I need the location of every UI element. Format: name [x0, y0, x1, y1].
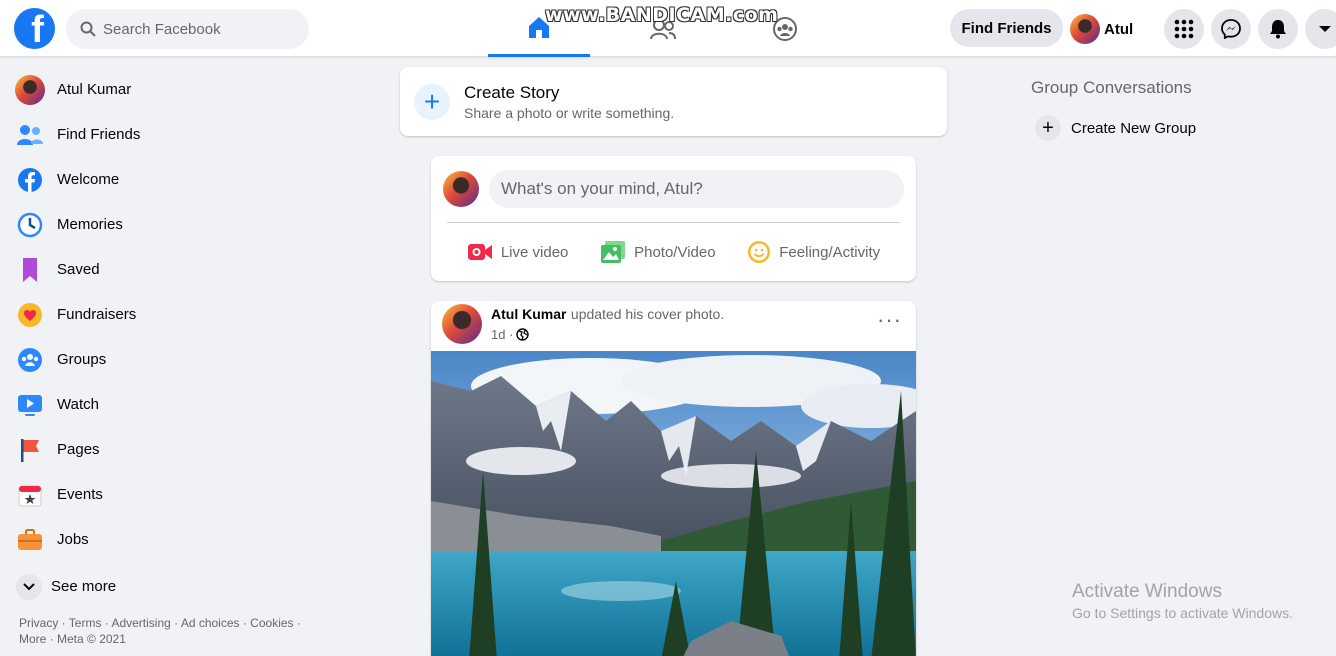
sidebar-item-welcome[interactable]: Welcome: [8, 157, 308, 202]
create-story-card[interactable]: + Create Story Share a photo or write so…: [400, 67, 947, 136]
flag-icon: [21, 438, 39, 462]
sidebar-item-memories[interactable]: Memories: [8, 202, 308, 247]
photo-video-label: Photo/Video: [634, 243, 716, 261]
post-timestamp[interactable]: 1d ·: [491, 327, 513, 342]
search-box[interactable]: [66, 9, 309, 49]
sidebar-item-label: Events: [57, 486, 103, 503]
create-story-title: Create Story: [464, 82, 560, 102]
search-icon: [80, 21, 96, 37]
watermark-title: Activate Windows: [1072, 581, 1222, 602]
calendar-icon: [18, 485, 42, 506]
sidebar-item-events[interactable]: Events: [8, 472, 308, 517]
avatar: [443, 171, 479, 207]
sidebar-item-find-friends[interactable]: Find Friends: [8, 112, 308, 157]
bookmark-icon: [23, 257, 37, 282]
avatar: [1070, 14, 1100, 44]
feeling-activity-button[interactable]: Feeling/Activity: [747, 232, 880, 272]
menu-button[interactable]: [1164, 9, 1204, 49]
sidebar-item-label: Jobs: [57, 531, 89, 548]
menu-grid-icon: [1174, 19, 1194, 39]
feeling-activity-label: Feeling/Activity: [779, 243, 881, 261]
search-input[interactable]: [103, 20, 293, 38]
sidebar-item-fundraisers[interactable]: Fundraisers: [8, 292, 308, 337]
sidebar-item-label: Pages: [57, 441, 100, 458]
briefcase-icon: [18, 528, 42, 550]
sidebar-item-saved[interactable]: Saved: [8, 247, 308, 292]
photo-video-button[interactable]: Photo/Video: [600, 232, 716, 272]
sidebar-item-label: Watch: [57, 396, 99, 413]
notifications-icon: [1270, 20, 1286, 39]
sidebar-item-watch[interactable]: Watch: [8, 382, 308, 427]
find-friends-button[interactable]: Find Friends: [950, 9, 1063, 47]
create-story-subtitle: Share a photo or write something.: [464, 104, 675, 121]
post-author[interactable]: Atul Kumar: [491, 306, 566, 322]
plus-icon: +: [1035, 115, 1061, 141]
live-video-label: Live video: [500, 243, 569, 261]
photo-icon: [601, 241, 626, 263]
plus-icon: +: [414, 83, 450, 120]
facebook-icon: [18, 167, 42, 192]
create-new-group-label: Create New Group: [1071, 119, 1197, 137]
messenger-icon: [1221, 19, 1241, 39]
activate-windows-watermark: Activate Windows Go to Settings to activ…: [1072, 581, 1293, 621]
sidebar-item-label: Welcome: [57, 171, 120, 188]
messenger-button[interactable]: [1211, 9, 1251, 49]
profile-shortcut[interactable]: Atul: [1070, 11, 1133, 47]
sidebar-item-label: Find Friends: [57, 126, 141, 143]
groups-icon: [18, 347, 42, 372]
footer-line[interactable]: Privacy · Terms · Advertising · Ad choic…: [19, 615, 309, 631]
profile-name: Atul: [1104, 20, 1134, 38]
sidebar-item-jobs[interactable]: Jobs: [8, 517, 308, 562]
sidebar-item-pages[interactable]: Pages: [8, 427, 308, 472]
watch-icon: [18, 394, 42, 416]
heart-icon: [18, 302, 42, 327]
smiley-icon: [748, 241, 771, 263]
clock-icon: [17, 212, 43, 237]
post-composer: What's on your mind, Atul? Live video Ph…: [431, 156, 916, 281]
divider: [447, 222, 900, 223]
account-button[interactable]: [1305, 9, 1336, 49]
live-video-button[interactable]: Live video: [467, 232, 569, 272]
live-video-icon: [467, 244, 492, 260]
sidebar-item-label: Memories: [57, 216, 123, 233]
chevron-down-icon: [23, 582, 35, 590]
watermark-subtitle: Go to Settings to activate Windows.: [1072, 605, 1293, 621]
sidebar-item-label: Groups: [57, 351, 107, 368]
see-more-button[interactable]: See more: [8, 564, 308, 609]
sidebar-item-profile[interactable]: Atul Kumar: [8, 67, 308, 112]
recording-watermark: www.BANDICAM.com: [545, 4, 779, 26]
top-navigation-bar: f www.BANDICAM.com Find Friends Atul: [0, 0, 1336, 57]
footer-links: Privacy · Terms · Advertising · Ad choic…: [19, 615, 309, 647]
notifications-button[interactable]: [1258, 9, 1298, 49]
avatar[interactable]: [442, 304, 482, 344]
post-photo[interactable]: [431, 351, 916, 656]
left-sidebar: Atul Kumar Find Friends Welcome Memories…: [8, 67, 308, 609]
group-conversations-title: Group Conversations: [1031, 78, 1192, 97]
account-dropdown-icon: [1319, 26, 1331, 32]
sidebar-item-groups[interactable]: Groups: [8, 337, 308, 382]
status-input[interactable]: What's on your mind, Atul?: [489, 170, 904, 208]
create-new-group-button[interactable]: + Create New Group: [1035, 115, 1196, 141]
sidebar-item-label: Fundraisers: [57, 306, 137, 323]
facebook-logo[interactable]: f: [14, 8, 55, 49]
more-options-button[interactable]: ···: [877, 309, 902, 331]
sidebar-item-label: Saved: [57, 261, 100, 278]
feed-post: Atul Kumar updated his cover photo. 1d ·…: [431, 301, 916, 656]
avatar: [15, 74, 45, 105]
right-rail: Group Conversations + Create New Group: [1031, 78, 1196, 141]
see-more-label: See more: [51, 578, 117, 595]
sidebar-item-label: Atul Kumar: [57, 81, 132, 98]
post-action-text: updated his cover photo.: [570, 306, 725, 322]
footer-line[interactable]: More · Meta © 2021: [19, 631, 309, 647]
friends-icon: [17, 124, 43, 145]
globe-icon: [516, 328, 530, 341]
